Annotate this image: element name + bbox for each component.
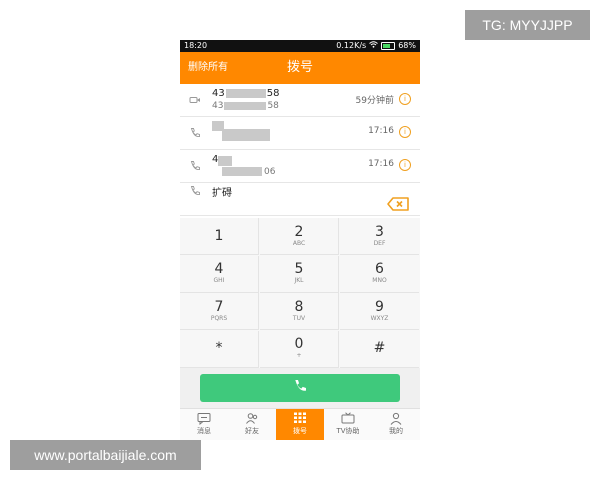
watermark-bottom: www.portalbaijiale.com (10, 440, 201, 470)
key-letters: + (296, 352, 302, 359)
dial-key[interactable]: * (180, 330, 259, 368)
dial-key[interactable]: 6 MNO (340, 256, 419, 293)
phone-icon (189, 127, 201, 139)
battery-icon (381, 42, 396, 50)
tab-label: 拨号 (293, 427, 307, 435)
dialpad-icon (276, 412, 324, 425)
key-digit: 7 (214, 298, 224, 315)
call-time: 17:16 (368, 159, 394, 169)
profile-icon (372, 412, 420, 425)
redacted-number (218, 156, 232, 166)
dial-key[interactable]: # (340, 331, 419, 368)
call-button[interactable] (200, 374, 400, 402)
key-digit: 5 (294, 261, 304, 277)
wifi-icon (369, 40, 379, 52)
key-digit: 6 (375, 261, 384, 277)
caller-name: 扩碍 (212, 188, 232, 199)
dial-key[interactable]: 4 GHI (180, 255, 259, 293)
friends-icon (228, 412, 276, 425)
call-time: 17:16 (368, 126, 394, 136)
dial-key[interactable]: 0 + (260, 330, 339, 368)
backspace-button[interactable] (387, 196, 409, 211)
key-letters: ABC (292, 239, 306, 247)
key-digit: 9 (375, 298, 384, 315)
video-call-icon (189, 94, 201, 106)
key-letters: WXYZ (370, 314, 389, 322)
phone-icon (189, 160, 201, 172)
dial-key[interactable]: 7 PQRS (180, 293, 259, 330)
key-digit: 3 (375, 223, 384, 240)
call-log-item[interactable]: 17:16 i (180, 117, 420, 150)
call-log-item[interactable]: 扩碍 (180, 183, 420, 216)
call-time: 59分钟前 (355, 96, 394, 106)
tab-message[interactable]: 消息 (180, 409, 228, 440)
key-digit: 8 (294, 298, 304, 315)
info-icon[interactable]: i (399, 126, 411, 138)
call-log-item[interactable]: 4 06 17:16 i (180, 150, 420, 183)
status-time: 18:20 (184, 41, 208, 50)
key-digit: 2 (294, 223, 304, 240)
dial-key[interactable]: 8 TUV (260, 293, 339, 330)
tab-label: 消息 (197, 427, 211, 435)
message-icon (180, 412, 228, 425)
page-title: 拨号 (286, 60, 313, 75)
redacted-number (222, 129, 270, 141)
tab-friends[interactable]: 好友 (228, 409, 276, 440)
info-icon[interactable]: i (399, 93, 411, 105)
key-letters: GHI (213, 277, 225, 284)
caller-subnumber: 43 58 (212, 101, 279, 111)
redacted-number (222, 167, 262, 176)
dial-key[interactable]: 9 WXYZ (340, 293, 419, 330)
key-digit: * (215, 340, 223, 356)
call-log-item[interactable]: 43 58 43 58 59分钟前 i (180, 84, 420, 117)
key-digit: 0 (294, 336, 304, 352)
dial-key[interactable]: 5 JKL (260, 255, 339, 293)
caller-number: 43 58 (212, 88, 280, 99)
watermark-top: TG: MYYJJPP (465, 10, 590, 40)
phone-screen: 18:20 0.12K/s 68% 删除所有 拨号 43 58 43 58 59分钟… (180, 40, 420, 440)
key-digit: 1 (214, 227, 224, 244)
phone-icon (292, 378, 308, 398)
dial-keypad: 1 2 ABC 3 DEF 4 GHI 5 JKL 6 MNO 7 PQRS 8 TUV 9 WXYZ * 0 + # (180, 218, 420, 368)
battery-percent: 68% (398, 41, 416, 50)
phone-icon (189, 185, 201, 197)
tab-label: 我的 (389, 427, 403, 435)
bottom-tab-bar: 消息 好友 拨号 TV协助 我的 (180, 408, 420, 440)
dial-key[interactable]: 1 (180, 218, 259, 255)
key-letters: MNO (372, 277, 387, 284)
info-icon[interactable]: i (399, 159, 411, 171)
caller-subnumber: 06 (264, 167, 276, 177)
tv-icon (324, 412, 372, 425)
key-letters: JKL (294, 277, 304, 284)
app-header: 删除所有 拨号 (180, 52, 420, 84)
key-letters: TUV (292, 314, 306, 322)
tab-label: TV协助 (336, 427, 360, 435)
dial-key[interactable]: 2 ABC (260, 218, 339, 255)
tab-profile[interactable]: 我的 (372, 409, 420, 440)
key-letters: DEF (373, 239, 386, 247)
network-speed: 0.12K/s (336, 41, 367, 50)
key-digit: 4 (214, 261, 224, 277)
tab-label: 好友 (245, 427, 259, 435)
dial-key[interactable]: 3 DEF (340, 218, 419, 255)
tab-dialpad[interactable]: 拨号 (276, 409, 324, 440)
tab-tv[interactable]: TV协助 (324, 409, 372, 440)
status-bar: 18:20 0.12K/s 68% (180, 40, 420, 52)
key-letters: PQRS (210, 314, 228, 322)
call-log-list[interactable]: 4358 4358 59分钟前 i 17:16 i 4 06 17:16 i (180, 84, 420, 228)
key-digit: # (373, 340, 386, 356)
